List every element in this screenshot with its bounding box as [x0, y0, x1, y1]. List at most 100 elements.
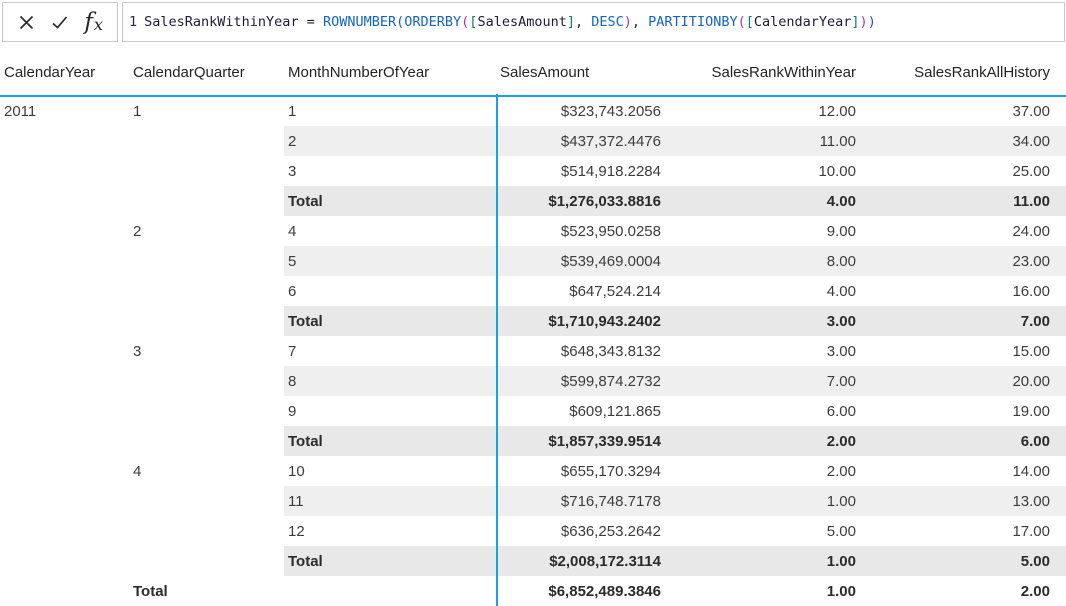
cell: $1,276,033.8816	[497, 186, 665, 216]
cell	[0, 456, 130, 486]
cell	[130, 156, 284, 186]
cell: 13.00	[858, 486, 1066, 516]
cell	[0, 546, 130, 576]
cell	[130, 186, 284, 216]
cell: 11.00	[665, 126, 858, 156]
column-header-salesamount[interactable]: SalesAmount	[497, 44, 665, 96]
line-number: 1	[123, 14, 144, 30]
table-row[interactable]: 201111$323,743.205612.0037.00	[0, 96, 1066, 126]
cell: Total	[284, 186, 497, 216]
cell: $437,372.4476	[497, 126, 665, 156]
cell: 1.00	[665, 576, 858, 606]
cell: $647,524.214	[497, 276, 665, 306]
cell	[130, 426, 284, 456]
cell: $609,121.865	[497, 396, 665, 426]
formula-token: [	[746, 14, 754, 30]
cell: $636,253.2642	[497, 516, 665, 546]
cell	[0, 216, 130, 246]
column-header-calendarquarter[interactable]: CalendarQuarter	[130, 44, 284, 96]
formula-token: (	[738, 14, 746, 30]
cell: Total	[130, 576, 284, 606]
table-row[interactable]: 6$647,524.2144.0016.00	[0, 276, 1066, 306]
commit-button[interactable]	[50, 13, 70, 32]
table-row[interactable]: 11$716,748.71781.0013.00	[0, 486, 1066, 516]
table-row[interactable]: 24$523,950.02589.0024.00	[0, 216, 1066, 246]
formula-bar: fx 1 SalesRankWithinYear = ROWNUMBER(ORD…	[0, 0, 1066, 44]
table-row[interactable]: Total$1,710,943.24023.007.00	[0, 306, 1066, 336]
fx-button[interactable]: fx	[84, 11, 103, 34]
cell: 2.00	[665, 456, 858, 486]
cell: $599,874.2732	[497, 366, 665, 396]
cell	[0, 306, 130, 336]
cell: 7.00	[665, 366, 858, 396]
table-row[interactable]: 12$636,253.26425.0017.00	[0, 516, 1066, 546]
cell: 4.00	[665, 186, 858, 216]
cell: 1.00	[665, 486, 858, 516]
cell: 7.00	[858, 306, 1066, 336]
cell: 6	[284, 276, 497, 306]
cell: 4.00	[665, 276, 858, 306]
cell: 1.00	[665, 546, 858, 576]
cell: $6,852,489.3846	[497, 576, 665, 606]
formula-token: PARTITIONBY	[648, 14, 737, 30]
cell: 10	[284, 456, 497, 486]
formula-token: ]	[851, 14, 859, 30]
table-row[interactable]: 3$514,918.228410.0025.00	[0, 156, 1066, 186]
cell: 1	[284, 96, 497, 126]
table-row[interactable]: Total$6,852,489.38461.002.00	[0, 576, 1066, 606]
table-row[interactable]: Total$1,857,339.95142.006.00	[0, 426, 1066, 456]
cell: 14.00	[858, 456, 1066, 486]
cell: $716,748.7178	[497, 486, 665, 516]
table-row[interactable]: Total$1,276,033.88164.0011.00	[0, 186, 1066, 216]
cell: $1,710,943.2402	[497, 306, 665, 336]
cell: 3.00	[665, 306, 858, 336]
cell: 9	[284, 396, 497, 426]
cell: 6.00	[858, 426, 1066, 456]
formula-token: DESC	[591, 14, 624, 30]
formula-token: )	[624, 14, 632, 30]
cell: 19.00	[858, 396, 1066, 426]
cell	[0, 276, 130, 306]
cancel-button[interactable]	[17, 13, 36, 32]
cell: 34.00	[858, 126, 1066, 156]
column-header-calendaryear[interactable]: CalendarYear	[0, 44, 130, 96]
formula-input[interactable]: 1 SalesRankWithinYear = ROWNUMBER(ORDERB…	[122, 2, 1065, 42]
formula-token: SalesRankWithinYear =	[144, 14, 323, 30]
column-header-salesrankwithinyear[interactable]: SalesRankWithinYear	[665, 44, 858, 96]
cell	[0, 366, 130, 396]
formula-token: ORDERBY	[404, 14, 461, 30]
cell	[0, 486, 130, 516]
cell: $655,170.3294	[497, 456, 665, 486]
cell: 6.00	[665, 396, 858, 426]
table-row[interactable]: 8$599,874.27327.0020.00	[0, 366, 1066, 396]
cell: 9.00	[665, 216, 858, 246]
column-header-salesrankallhistory[interactable]: SalesRankAllHistory	[858, 44, 1066, 96]
formula-token: CalendarYear	[754, 14, 852, 30]
cell	[130, 516, 284, 546]
formula-token: SalesAmount	[477, 14, 566, 30]
cell	[0, 516, 130, 546]
table-row[interactable]: 37$648,343.81323.0015.00	[0, 336, 1066, 366]
formula-token: ]	[567, 14, 575, 30]
cell: 25.00	[858, 156, 1066, 186]
table-row[interactable]: 5$539,469.00048.0023.00	[0, 246, 1066, 276]
cell: $539,469.0004	[497, 246, 665, 276]
cell: $2,008,172.3114	[497, 546, 665, 576]
cell	[0, 426, 130, 456]
cell: 37.00	[858, 96, 1066, 126]
column-header-monthnumberofyear[interactable]: MonthNumberOfYear	[284, 44, 497, 96]
cell: $523,950.0258	[497, 216, 665, 246]
cell: 4	[130, 456, 284, 486]
cell: $648,343.8132	[497, 336, 665, 366]
table-row[interactable]: Total$2,008,172.31141.005.00	[0, 546, 1066, 576]
cell: Total	[284, 426, 497, 456]
cell: 3	[130, 336, 284, 366]
cell	[0, 336, 130, 366]
cell	[0, 156, 130, 186]
cell	[130, 306, 284, 336]
table-row[interactable]: 9$609,121.8656.0019.00	[0, 396, 1066, 426]
cell: 2	[284, 126, 497, 156]
cell: 12.00	[665, 96, 858, 126]
table-row[interactable]: 2$437,372.447611.0034.00	[0, 126, 1066, 156]
table-row[interactable]: 410$655,170.32942.0014.00	[0, 456, 1066, 486]
